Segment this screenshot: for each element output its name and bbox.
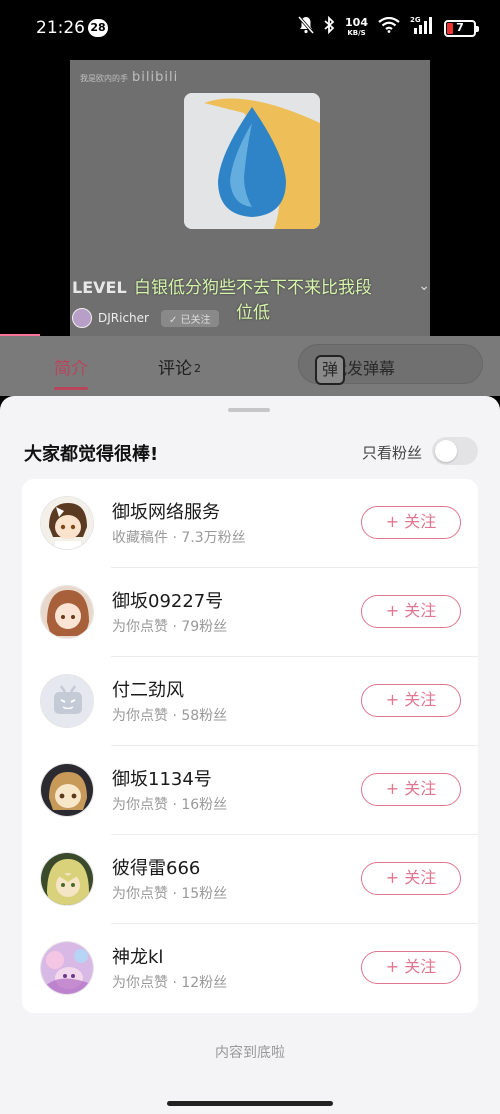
follow-button[interactable]: + 关注 xyxy=(361,595,461,628)
user-name[interactable]: 御坂09227号 xyxy=(112,587,223,613)
fans-only-label: 只看粉丝 xyxy=(361,444,422,462)
mute-bell-icon xyxy=(297,15,315,41)
user-list: 御坂网络服务 收藏稿件 · 7.3万粉丝 + 关注 御坂09227号 为你点赞 … xyxy=(22,479,478,1013)
end-of-list-text: 内容到底啦 xyxy=(215,1045,285,1061)
uploader-avatar[interactable] xyxy=(72,308,92,328)
user-name[interactable]: 神龙kl xyxy=(112,943,163,969)
video-thumbnail-image xyxy=(184,93,320,229)
notification-badge: 28 xyxy=(88,19,108,37)
uploader-followed-badge[interactable]: ✓ 已关注 xyxy=(160,309,219,327)
user-name[interactable]: 御坂网络服务 xyxy=(112,498,220,524)
video-title-overlay: LEVEL xyxy=(72,278,127,297)
list-item[interactable]: 御坂网络服务 收藏稿件 · 7.3万粉丝 + 关注 xyxy=(22,479,478,568)
default-tv-avatar-icon[interactable] xyxy=(40,674,94,728)
list-item[interactable]: 御坂09227号 为你点赞 · 79粉丝 + 关注 xyxy=(22,568,478,657)
battery-icon: 7 xyxy=(444,19,479,37)
user-meta: 为你点赞 · 15粉丝 xyxy=(112,886,228,902)
follow-button[interactable]: + 关注 xyxy=(361,506,461,539)
sheet-drag-handle[interactable] xyxy=(228,408,270,412)
user-avatar[interactable] xyxy=(40,763,94,817)
chevron-down-icon[interactable]: ⌄ xyxy=(418,278,430,294)
uploader-name[interactable]: DJRicher xyxy=(98,311,149,325)
toggle-knob xyxy=(435,440,457,462)
uploader-info[interactable]: DJRicher ✓ 已关注 xyxy=(72,308,219,328)
fans-only-toggle[interactable] xyxy=(432,437,478,465)
tab-indicator xyxy=(54,387,88,390)
list-item[interactable]: 彼得雷666 为你点赞 · 15粉丝 + 关注 xyxy=(22,835,478,924)
follow-button[interactable]: + 关注 xyxy=(361,684,461,717)
user-name[interactable]: 彼得雷666 xyxy=(112,854,200,880)
wifi-icon xyxy=(378,16,400,40)
status-time: 21:26 xyxy=(36,18,85,38)
follow-button[interactable]: + 关注 xyxy=(361,773,461,806)
status-icons: 104 KB/S 2G 7 xyxy=(297,15,479,41)
likers-bottom-sheet: 大家都觉得很棒! 只看粉丝 御坂网络服务 收藏稿件 · 7.3万粉丝 + 关注 … xyxy=(0,396,500,1114)
video-frame[interactable]: 我是欧内的手 bilibili LEVEL ⌄ 白银低分狗些不去下不来比我段位低 … xyxy=(70,60,430,336)
follow-button[interactable]: + 关注 xyxy=(361,862,461,895)
video-player[interactable]: 我是欧内的手 bilibili LEVEL ⌄ 白银低分狗些不去下不来比我段位低 … xyxy=(0,58,500,336)
home-indicator[interactable] xyxy=(167,1101,333,1106)
user-avatar[interactable] xyxy=(40,496,94,550)
network-speed: 104 KB/S xyxy=(345,16,368,37)
bluetooth-icon xyxy=(324,15,335,41)
user-name[interactable]: 付二劲风 xyxy=(112,676,184,702)
user-meta: 为你点赞 · 16粉丝 xyxy=(112,797,228,813)
user-meta: 为你点赞 · 79粉丝 xyxy=(112,619,228,635)
user-avatar[interactable] xyxy=(40,852,94,906)
user-name[interactable]: 御坂1134号 xyxy=(112,765,212,791)
danmaku-input[interactable]: 点我发弹幕 弹 xyxy=(298,344,483,385)
tab-bar: 简介 评论 2 点我发弹幕 弹 xyxy=(0,336,500,396)
user-avatar[interactable] xyxy=(40,941,94,995)
user-meta: 为你点赞 · 12粉丝 xyxy=(112,975,228,991)
user-meta: 收藏稿件 · 7.3万粉丝 xyxy=(112,530,246,546)
user-avatar[interactable] xyxy=(40,585,94,639)
signal-icon: 2G xyxy=(410,16,434,41)
follow-button[interactable]: + 关注 xyxy=(361,951,461,984)
tab-intro[interactable]: 简介 xyxy=(54,354,88,379)
video-watermark: 我是欧内的手 bilibili xyxy=(80,70,179,85)
tab-comments[interactable]: 评论 2 xyxy=(158,354,201,379)
svg-text:2G: 2G xyxy=(410,16,421,24)
list-item[interactable]: 神龙kl 为你点赞 · 12粉丝 + 关注 xyxy=(22,924,478,1013)
sheet-title: 大家都觉得很棒! xyxy=(24,444,159,465)
user-meta: 为你点赞 · 58粉丝 xyxy=(112,708,228,724)
danmaku-toggle-button[interactable]: 弹 xyxy=(315,355,345,385)
list-item[interactable]: 付二劲风 为你点赞 · 58粉丝 + 关注 xyxy=(22,657,478,746)
status-bar: 21:26 28 104 KB/S 2G 7 xyxy=(0,0,500,58)
list-item[interactable]: 御坂1134号 为你点赞 · 16粉丝 + 关注 xyxy=(22,746,478,835)
